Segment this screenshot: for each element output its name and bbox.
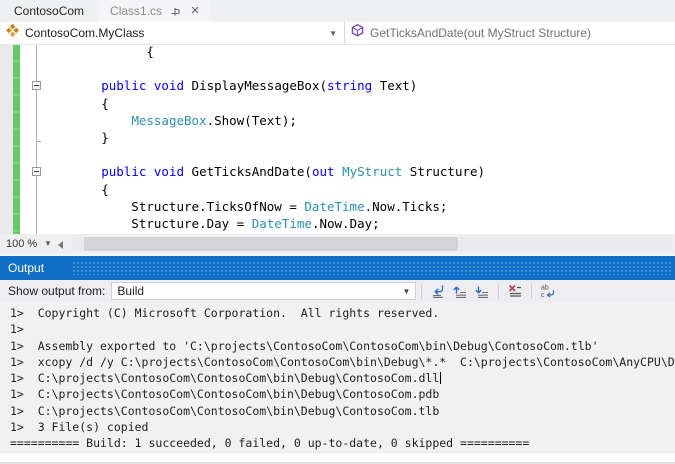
- collapse-region-icon[interactable]: [32, 167, 41, 176]
- text-caret: [440, 372, 441, 384]
- tab-contosocom[interactable]: ContosoCom: [0, 0, 98, 22]
- code-line: Structure.TicksOfNow = DateTime.Now.Tick…: [41, 198, 485, 215]
- svg-text:c: c: [541, 292, 545, 299]
- scope-dropdown-value: ContosoCom.MyClass: [25, 26, 144, 40]
- output-line: 1> C:\projects\ContosoCom\ContosoCom\bin…: [10, 386, 675, 402]
- output-panel-title: Output: [8, 256, 44, 280]
- code-line: {: [41, 45, 485, 60]
- code-line: public void DisplayMessageBox(string Tex…: [41, 77, 485, 94]
- drag-grip-texture: [72, 261, 672, 275]
- chevron-down-icon[interactable]: ▼: [402, 287, 415, 296]
- code-line: {: [41, 181, 485, 198]
- clear-all-icon: [507, 283, 523, 299]
- zoom-dropdown-icon[interactable]: ▼: [44, 234, 52, 254]
- code-editor[interactable]: { public void DisplayMessageBox(string T…: [0, 45, 675, 234]
- output-line: 1> C:\projects\ContosoCom\ContosoCom\bin…: [10, 370, 675, 386]
- next-message-button[interactable]: [471, 281, 493, 301]
- next-message-icon: [474, 283, 490, 299]
- scrollbar-thumb[interactable]: [84, 237, 458, 251]
- code-line: public void GetTicksAndDate(out MyStruct…: [41, 163, 485, 180]
- output-text-area[interactable]: 1> Copyright (C) Microsoft Corporation. …: [0, 302, 675, 452]
- code-line: [41, 146, 485, 163]
- collapse-region-icon[interactable]: [32, 81, 41, 90]
- output-line: 1>: [10, 321, 675, 337]
- vs-window: ContosoCom Class1.cs ✕ ContosoCom.MyClas…: [0, 0, 675, 464]
- find-message-icon: [430, 283, 446, 299]
- output-line: 1> Assembly exported to 'C:\projects\Con…: [10, 338, 675, 354]
- editor-bottom-bar: 100 % ▼: [0, 234, 675, 254]
- tab-label: ContosoCom: [14, 4, 84, 18]
- chevron-down-icon[interactable]: ▼: [329, 29, 337, 38]
- toolbar-separator: [531, 284, 532, 299]
- tab-label: Class1.cs: [110, 4, 162, 18]
- output-bottom-strip: [0, 452, 675, 464]
- zoom-level[interactable]: 100 %: [6, 234, 37, 254]
- clear-all-button[interactable]: [504, 281, 526, 301]
- output-line: 1> 3 File(s) copied: [10, 419, 675, 435]
- class-icon: [5, 23, 20, 43]
- output-source-value: Build: [112, 284, 144, 298]
- word-wrap-icon: ab c: [540, 283, 556, 299]
- outlining-margin: [36, 45, 37, 234]
- tab-class1[interactable]: Class1.cs ✕: [98, 0, 210, 22]
- output-line: 1> C:\projects\ContosoCom\ContosoCom\bin…: [10, 403, 675, 419]
- pin-icon[interactable]: [168, 4, 182, 18]
- code-line: MessageBox.Show(Text);: [41, 112, 485, 129]
- code-line: }: [41, 129, 485, 146]
- code-line: [41, 60, 485, 77]
- output-line: 1> Copyright (C) Microsoft Corporation. …: [10, 305, 675, 321]
- member-dropdown[interactable]: GetTicksAndDate(out MyStruct Structure): [345, 22, 675, 44]
- member-dropdown-value: GetTicksAndDate(out MyStruct Structure): [370, 26, 591, 40]
- change-tracking-bar: [13, 45, 20, 234]
- document-tab-bar: ContosoCom Class1.cs ✕: [0, 0, 675, 22]
- previous-message-icon: [452, 283, 468, 299]
- code-line: {: [41, 95, 485, 112]
- toolbar-separator: [498, 284, 499, 299]
- toolbar-separator: [421, 284, 422, 299]
- code-line: Structure.Day = DateTime.Now.Day;: [41, 215, 485, 232]
- output-line: ========== Build: 1 succeeded, 0 failed,…: [10, 435, 675, 451]
- scope-dropdown[interactable]: ContosoCom.MyClass ▼: [0, 22, 345, 44]
- output-line: 1> xcopy /d /y C:\projects\ContosoCom\Co…: [10, 354, 675, 370]
- show-output-from-label: Show output from:: [8, 284, 105, 298]
- output-source-combobox[interactable]: Build ▼: [111, 282, 416, 300]
- word-wrap-button[interactable]: ab c: [537, 281, 559, 301]
- editor-gutter: [0, 45, 13, 234]
- method-icon: [350, 23, 365, 43]
- close-icon[interactable]: ✕: [188, 4, 202, 18]
- output-panel-header[interactable]: Output: [0, 256, 675, 280]
- navigation-bar: ContosoCom.MyClass ▼ GetTicksAndDate(out…: [0, 22, 675, 45]
- code-text: { public void DisplayMessageBox(string T…: [41, 45, 485, 234]
- horizontal-scrollbar[interactable]: [72, 237, 672, 251]
- svg-text:ab: ab: [541, 285, 549, 292]
- find-message-button[interactable]: [427, 281, 449, 301]
- scroll-left-icon[interactable]: [58, 241, 63, 249]
- previous-message-button[interactable]: [449, 281, 471, 301]
- output-toolbar: Show output from: Build ▼: [0, 280, 675, 302]
